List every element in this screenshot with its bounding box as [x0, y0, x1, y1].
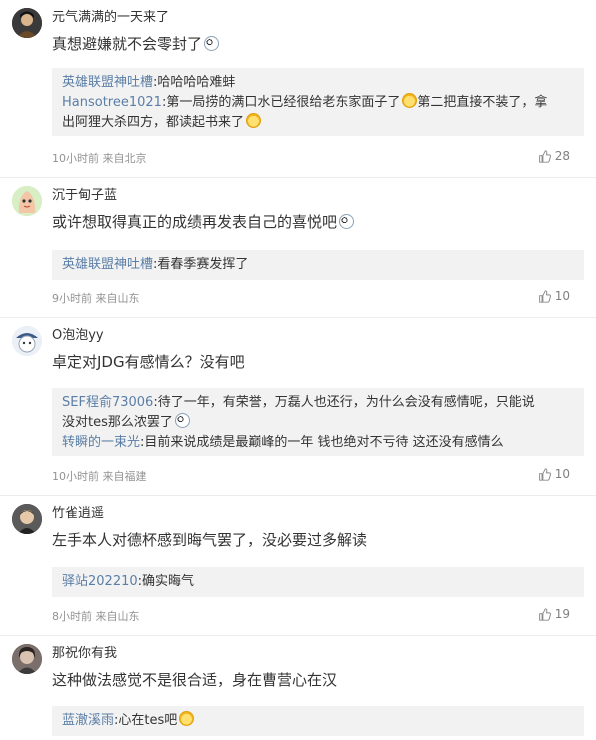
- reply-text: 没对tes那么浓罢了: [62, 415, 173, 430]
- comment-text: 这种做法感觉不是很合适，身在曹营心在汉: [52, 669, 337, 691]
- comment-text-body: 真想避嫌就不会零封了: [52, 35, 203, 53]
- reply-username[interactable]: 英雄联盟神吐槽: [62, 257, 153, 272]
- avatar[interactable]: [12, 644, 42, 674]
- reply-item: 驿站202210:确实晦气: [62, 572, 574, 592]
- like-button[interactable]: 28: [538, 149, 570, 163]
- like-button[interactable]: 10: [538, 467, 570, 481]
- like-count: 10: [554, 467, 570, 481]
- reply-username[interactable]: 转瞬的一束光: [62, 435, 140, 450]
- comment-username[interactable]: O泡泡yy: [52, 327, 104, 345]
- comment-username[interactable]: 沉于甸子蓝: [52, 187, 117, 205]
- like-count: 28: [554, 149, 570, 163]
- reply-box: SEF程俞73006:待了一年，有荣誉，万磊人也还行，为什么会没有感情呢，只能说…: [52, 388, 584, 456]
- emoji-face-icon: [339, 214, 355, 229]
- reply-box: 英雄联盟神吐槽:哈哈哈哈难蚌 Hansotree1021:第一局捞的满口水已经很…: [52, 68, 584, 136]
- comment-text: 左手本人对德杯感到晦气罢了，没必要过多解读: [52, 529, 367, 551]
- reply-item: 出阿狸大杀四方，都读起书来了: [62, 113, 574, 133]
- comment-username[interactable]: 竹雀逍遥: [52, 505, 104, 523]
- reply-username[interactable]: SEF程俞73006: [62, 395, 153, 410]
- comment-meta: 8小时前 来自山东: [52, 610, 140, 623]
- emoji-face-icon: [174, 413, 190, 428]
- comment-text: 卓定对JDG有感情么？没有吧: [52, 351, 245, 373]
- comment-text: 或许想取得真正的成绩再发表自己的喜悦吧: [52, 211, 355, 233]
- avatar[interactable]: [12, 504, 42, 534]
- reply-item: 没对tes那么浓罢了: [62, 413, 574, 433]
- reply-text: :看春季赛发挥了: [153, 257, 249, 272]
- comment-text-body: 左手本人对德杯感到晦气罢了，没必要过多解读: [52, 531, 368, 549]
- reply-item: 英雄联盟神吐槽:哈哈哈哈难蚌: [62, 73, 574, 93]
- emoji-cat-icon: [179, 711, 195, 726]
- avatar[interactable]: [12, 186, 42, 216]
- avatar[interactable]: [12, 326, 42, 356]
- comment-text: 真想避嫌就不会零封了: [52, 33, 220, 55]
- thumbs-up-icon: [538, 289, 551, 303]
- reply-item: Hansotree1021:第一局捞的满口水已经很给老东家面子了 第二把直接不装了…: [62, 93, 574, 113]
- comment-feed: 元气满满的一天来了 真想避嫌就不会零封了 英雄联盟神吐槽:哈哈哈哈难蚌 Hans…: [0, 0, 596, 740]
- reply-box: 蓝澈溪雨:心在tes吧: [52, 706, 584, 736]
- comment-item: 元气满满的一天来了 真想避嫌就不会零封了 英雄联盟神吐槽:哈哈哈哈难蚌 Hans…: [0, 0, 596, 178]
- comment-username[interactable]: 那祝你有我: [52, 645, 117, 663]
- reply-text: :第一局捞的满口水已经很给老东家面子了: [161, 95, 401, 110]
- like-count: 10: [554, 289, 570, 303]
- like-button[interactable]: 19: [538, 607, 570, 621]
- comment-text-body: 这种做法感觉不是很合适，身在曹营心在汉: [52, 671, 338, 689]
- emoji-laugh-icon: [402, 93, 418, 108]
- emoji-face-icon: [204, 36, 220, 51]
- thumbs-up-icon: [538, 467, 551, 481]
- reply-text: :待了一年，有荣誉，万磊人也还行，为什么会没有感情呢，只能说: [153, 395, 535, 410]
- comment-username[interactable]: 元气满满的一天来了: [52, 9, 169, 27]
- comment-meta: 10小时前 来自福建: [52, 470, 147, 483]
- reply-text: :心在tes吧: [114, 713, 178, 728]
- reply-username[interactable]: Hansotree1021: [62, 95, 162, 110]
- comment-meta: 9小时前 来自山东: [52, 292, 140, 305]
- reply-item: SEF程俞73006:待了一年，有荣誉，万磊人也还行，为什么会没有感情呢，只能说: [62, 393, 574, 413]
- reply-item: 转瞬的一束光:目前来说成绩是最巅峰的一年 钱也绝对不亏待 这还没有感情么: [62, 433, 574, 453]
- reply-text: :哈哈哈哈难蚌: [153, 75, 236, 90]
- comment-text-body: 卓定对JDG有感情么？没有吧: [52, 353, 245, 371]
- reply-username[interactable]: 驿站202210: [62, 574, 138, 589]
- emoji-laugh-icon: [246, 113, 262, 128]
- avatar[interactable]: [12, 8, 42, 38]
- comment-item: 那祝你有我 这种做法感觉不是很合适，身在曹营心在汉 蓝澈溪雨:心在tes吧: [0, 636, 596, 740]
- reply-text: :目前来说成绩是最巅峰的一年 钱也绝对不亏待 这还没有感情么: [140, 435, 504, 450]
- reply-text: 出阿狸大杀四方，都读起书来了: [62, 115, 245, 130]
- reply-text: 第二把直接不装了，拿: [417, 95, 548, 110]
- reply-item: 蓝澈溪雨:心在tes吧: [62, 711, 574, 731]
- reply-box: 英雄联盟神吐槽:看春季赛发挥了: [52, 250, 584, 280]
- reply-item: 英雄联盟神吐槽:看春季赛发挥了: [62, 255, 574, 275]
- reply-box: 驿站202210:确实晦气: [52, 567, 584, 597]
- thumbs-up-icon: [538, 149, 551, 163]
- thumbs-up-icon: [538, 607, 551, 621]
- comment-item: 沉于甸子蓝 或许想取得真正的成绩再发表自己的喜悦吧 英雄联盟神吐槽:看春季赛发挥…: [0, 178, 596, 318]
- reply-text: :确实晦气: [137, 574, 195, 589]
- comment-item: O泡泡yy 卓定对JDG有感情么？没有吧 SEF程俞73006:待了一年，有荣誉…: [0, 318, 596, 496]
- comment-meta: 10小时前 来自北京: [52, 152, 147, 165]
- comment-text-body: 或许想取得真正的成绩再发表自己的喜悦吧: [52, 213, 338, 231]
- reply-username[interactable]: 蓝澈溪雨: [62, 713, 114, 728]
- like-button[interactable]: 10: [538, 289, 570, 303]
- reply-username[interactable]: 英雄联盟神吐槽: [62, 75, 153, 90]
- comment-item: 竹雀逍遥 左手本人对德杯感到晦气罢了，没必要过多解读 驿站202210:确实晦气…: [0, 496, 596, 636]
- like-count: 19: [554, 607, 570, 621]
